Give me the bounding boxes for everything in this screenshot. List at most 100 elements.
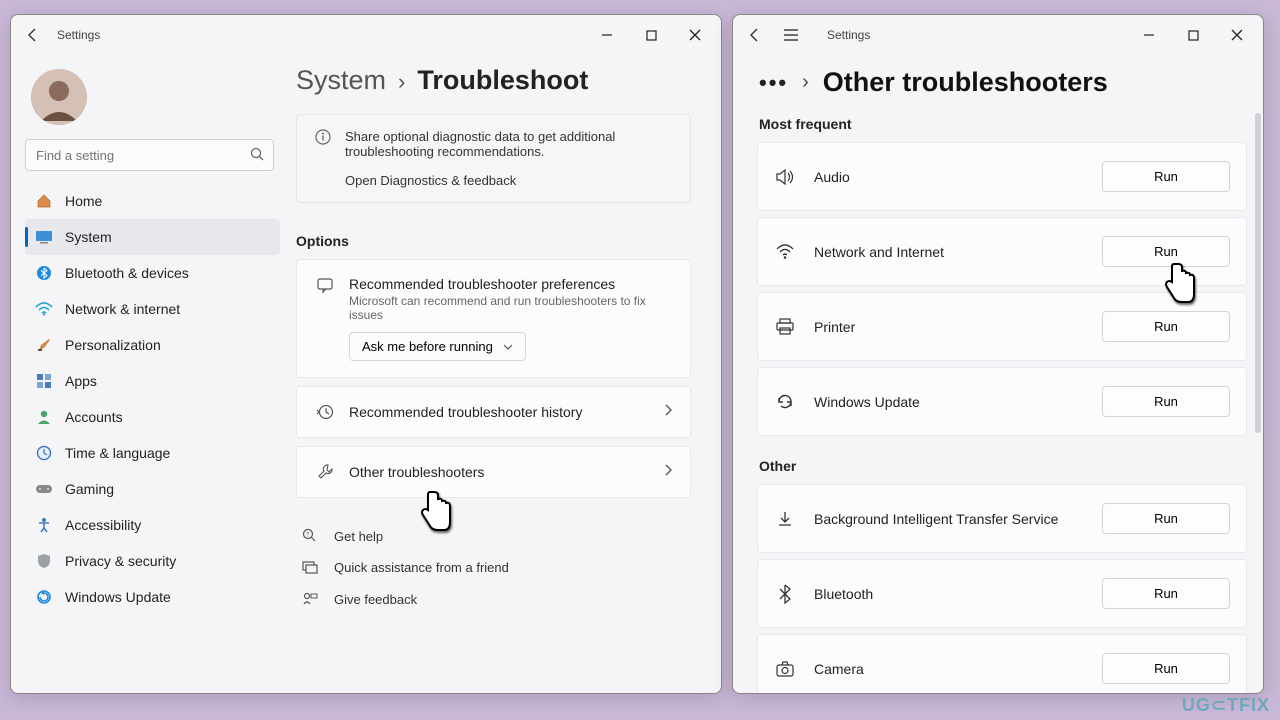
nav-label: Windows Update <box>65 589 171 605</box>
camera-icon <box>774 661 796 677</box>
search-icon <box>250 147 264 166</box>
close-button[interactable] <box>673 19 717 51</box>
download-icon <box>774 510 796 528</box>
pref-sub: Microsoft can recommend and run troubles… <box>349 294 672 322</box>
section-most-frequent: Most frequent <box>759 116 1247 132</box>
user-avatar[interactable] <box>31 69 87 125</box>
nav-list: Home System Bluetooth & devices Network … <box>25 183 280 615</box>
person-icon <box>35 408 53 426</box>
troubleshooter-label: Windows Update <box>814 394 1084 410</box>
breadcrumb-parent[interactable]: System <box>296 65 386 96</box>
nav-bluetooth[interactable]: Bluetooth & devices <box>25 255 280 291</box>
breadcrumb-separator: › <box>398 69 405 95</box>
nav-home[interactable]: Home <box>25 183 280 219</box>
history-card[interactable]: Recommended troubleshooter history <box>296 386 691 438</box>
back-button[interactable] <box>737 17 773 53</box>
nav-label: Network & internet <box>65 301 180 317</box>
maximize-button[interactable] <box>1171 19 1215 51</box>
other-title: Other troubleshooters <box>349 464 484 480</box>
troubleshooter-label: Background Intelligent Transfer Service <box>814 511 1084 527</box>
close-button[interactable] <box>1215 19 1259 51</box>
help-label: Get help <box>334 529 383 544</box>
troubleshooter-label: Camera <box>814 661 1084 677</box>
pref-dropdown[interactable]: Ask me before running <box>349 332 526 361</box>
clock-icon <box>35 444 53 462</box>
chevron-right-icon <box>664 403 672 421</box>
nav-label: Bluetooth & devices <box>65 265 189 281</box>
breadcrumb-overflow[interactable]: ••• <box>759 70 788 96</box>
troubleshooter-winupdate: Windows Update Run <box>757 367 1247 436</box>
maximize-button[interactable] <box>629 19 673 51</box>
chevron-down-icon <box>503 344 513 350</box>
minimize-button[interactable] <box>1127 19 1171 51</box>
info-icon <box>315 129 331 188</box>
nav-label: Privacy & security <box>65 553 176 569</box>
troubleshooter-label: Network and Internet <box>814 244 1084 260</box>
options-heading: Options <box>296 233 691 249</box>
settings-window-left: Settings Home System Bluetooth & devices… <box>10 14 722 694</box>
chat-icon <box>315 276 335 294</box>
content-area: ••• › Other troubleshooters Most frequen… <box>733 55 1263 693</box>
section-other: Other <box>759 458 1247 474</box>
menu-button[interactable] <box>773 17 809 53</box>
run-button[interactable]: Run <box>1102 653 1230 684</box>
page-title: Other troubleshooters <box>823 67 1108 98</box>
nav-time[interactable]: Time & language <box>25 435 280 471</box>
search-input[interactable] <box>25 139 274 171</box>
run-button[interactable]: Run <box>1102 578 1230 609</box>
feedback-link[interactable]: Give feedback <box>296 583 691 615</box>
back-button[interactable] <box>15 17 51 53</box>
minimize-button[interactable] <box>585 19 629 51</box>
run-button[interactable]: Run <box>1102 311 1230 342</box>
run-button[interactable]: Run <box>1102 503 1230 534</box>
feedback-icon <box>300 591 320 607</box>
run-button[interactable]: Run <box>1102 236 1230 267</box>
quick-assist-link[interactable]: Quick assistance from a friend <box>296 552 691 583</box>
nav-label: Accounts <box>65 409 123 425</box>
troubleshooter-audio: Audio Run <box>757 142 1247 211</box>
history-title: Recommended troubleshooter history <box>349 404 582 420</box>
other-troubleshooters-card[interactable]: Other troubleshooters <box>296 446 691 498</box>
nav-label: Gaming <box>65 481 114 497</box>
scrollbar-thumb[interactable] <box>1255 113 1261 433</box>
troubleshooter-label: Bluetooth <box>814 586 1084 602</box>
nav-personalization[interactable]: Personalization <box>25 327 280 363</box>
nav-privacy[interactable]: Privacy & security <box>25 543 280 579</box>
window-title: Settings <box>51 28 585 42</box>
diagnostics-link[interactable]: Open Diagnostics & feedback <box>345 173 672 188</box>
breadcrumb-current: Troubleshoot <box>417 65 588 96</box>
watermark: UG⊂TFIX <box>1182 695 1270 716</box>
nav-update[interactable]: Windows Update <box>25 579 280 615</box>
nav-network[interactable]: Network & internet <box>25 291 280 327</box>
brush-icon <box>35 336 53 354</box>
help-icon: ? <box>300 528 320 544</box>
troubleshooter-network: Network and Internet Run <box>757 217 1247 286</box>
breadcrumb-separator: › <box>802 71 809 94</box>
nav-accessibility[interactable]: Accessibility <box>25 507 280 543</box>
home-icon <box>35 192 53 210</box>
history-icon <box>315 403 335 421</box>
bluetooth-icon <box>774 584 796 604</box>
assist-label: Quick assistance from a friend <box>334 560 509 575</box>
settings-window-right: Settings ••• › Other troubleshooters Mos… <box>732 14 1264 694</box>
run-button[interactable]: Run <box>1102 161 1230 192</box>
audio-icon <box>774 168 796 186</box>
run-button[interactable]: Run <box>1102 386 1230 417</box>
bluetooth-icon <box>35 264 53 282</box>
content-area: System › Troubleshoot Share optional dia… <box>286 55 721 693</box>
info-text: Share optional diagnostic data to get ad… <box>345 129 672 159</box>
nav-gaming[interactable]: Gaming <box>25 471 280 507</box>
nav-accounts[interactable]: Accounts <box>25 399 280 435</box>
titlebar: Settings <box>733 15 1263 55</box>
assist-icon <box>300 561 320 575</box>
shield-icon <box>35 552 53 570</box>
wifi-icon <box>35 300 53 318</box>
dropdown-value: Ask me before running <box>362 339 493 354</box>
update-icon <box>35 588 53 606</box>
get-help-link[interactable]: ? Get help <box>296 520 691 552</box>
sidebar: Home System Bluetooth & devices Network … <box>11 55 286 693</box>
nav-system[interactable]: System <box>25 219 280 255</box>
search-box[interactable] <box>25 139 274 171</box>
nav-apps[interactable]: Apps <box>25 363 280 399</box>
window-title: Settings <box>809 28 1127 42</box>
